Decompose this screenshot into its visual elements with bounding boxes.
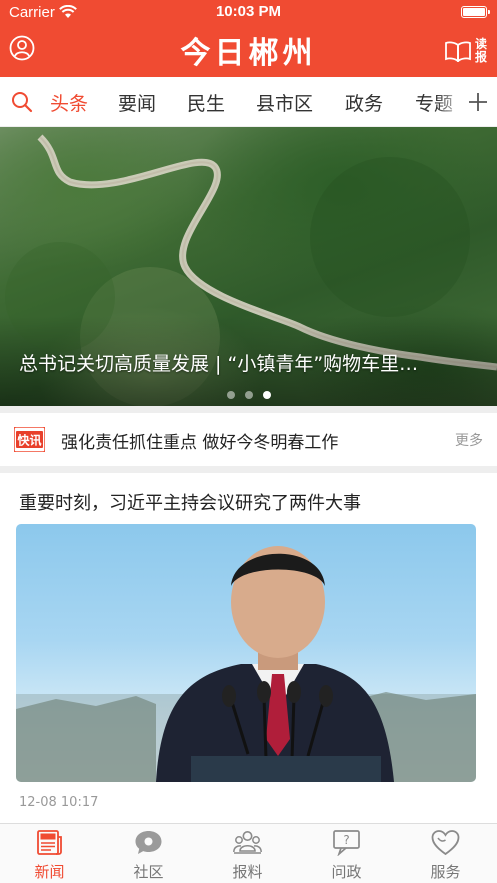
carousel-dot bbox=[244, 391, 253, 399]
flash-news-bar[interactable]: 快讯 强化责任抓住重点 做好今冬明春工作 更多 bbox=[0, 413, 497, 466]
article-title[interactable]: 重要时刻，习近平主持会议研究了两件大事 bbox=[19, 489, 361, 515]
banner-carousel[interactable]: 总书记关切高质量发展 | “小镇青年”购物车里… bbox=[0, 127, 497, 406]
bottom-navigation: 新闻 社区 报料 ? 问政 服务 bbox=[0, 823, 497, 883]
tab-counties[interactable]: 县市区 bbox=[256, 89, 313, 116]
app-header: Carrier 10:03 PM 今日郴州 读报 bbox=[0, 0, 497, 77]
nav-services-label: 服务 bbox=[430, 863, 461, 881]
svg-text:?: ? bbox=[343, 833, 349, 847]
read-paper-label: 读报 bbox=[475, 37, 488, 64]
tab-government[interactable]: 政务 bbox=[345, 89, 383, 116]
nav-inquiry[interactable]: ? 问政 bbox=[297, 824, 396, 883]
tab-fade bbox=[436, 77, 466, 126]
battery-icon bbox=[461, 6, 490, 18]
nav-news[interactable]: 新闻 bbox=[0, 824, 99, 883]
banner-caption: 总书记关切高质量发展 | “小镇青年”购物车里… bbox=[19, 353, 419, 375]
tab-headlines[interactable]: 头条 bbox=[50, 89, 88, 116]
carousel-dot bbox=[226, 391, 235, 399]
chat-bubble-icon bbox=[135, 831, 162, 854]
article-image[interactable] bbox=[16, 524, 476, 782]
carousel-indicator bbox=[0, 384, 497, 403]
nav-community[interactable]: 社区 bbox=[99, 824, 198, 883]
open-book-icon bbox=[445, 41, 471, 62]
section-divider bbox=[0, 406, 497, 413]
people-icon bbox=[233, 831, 262, 854]
tab-livelihood[interactable]: 民生 bbox=[187, 89, 225, 116]
article-card[interactable]: 重要时刻，习近平主持会议研究了两件大事 12-08 10:17 bbox=[0, 473, 497, 823]
article-photo bbox=[16, 546, 476, 782]
nav-inquiry-label: 问政 bbox=[331, 863, 362, 881]
app-title: 今日郴州 bbox=[180, 36, 317, 71]
carousel-dot-active bbox=[262, 391, 271, 399]
nav-services[interactable]: 服务 bbox=[396, 824, 495, 883]
nav-community-label: 社区 bbox=[133, 863, 164, 881]
question-board-icon: ? bbox=[333, 830, 360, 856]
newspaper-icon bbox=[37, 830, 62, 855]
flash-news-logo: 快讯 bbox=[14, 427, 45, 452]
channel-tabs: 头条 要闻 民生 县市区 政务 专题 bbox=[0, 77, 497, 127]
flash-news-badge: 快讯 bbox=[17, 433, 41, 448]
add-channel-icon[interactable] bbox=[466, 90, 490, 114]
nav-news-label: 新闻 bbox=[34, 863, 65, 881]
read-paper-button[interactable]: 读报 bbox=[444, 36, 489, 66]
status-bar: Carrier 10:03 PM bbox=[0, 0, 497, 24]
status-time: 10:03 PM bbox=[215, 3, 282, 20]
flash-news-headline[interactable]: 强化责任抓住重点 做好今冬明春工作 bbox=[61, 428, 338, 453]
flash-news-more-link[interactable]: 更多 bbox=[455, 430, 483, 450]
nav-report-label: 报料 bbox=[232, 863, 263, 881]
heart-icon bbox=[431, 830, 460, 856]
tab-important-news[interactable]: 要闻 bbox=[118, 89, 156, 116]
article-timestamp: 12-08 10:17 bbox=[19, 795, 99, 810]
search-icon[interactable] bbox=[11, 91, 33, 113]
section-divider bbox=[0, 466, 497, 473]
nav-report[interactable]: 报料 bbox=[198, 824, 297, 883]
